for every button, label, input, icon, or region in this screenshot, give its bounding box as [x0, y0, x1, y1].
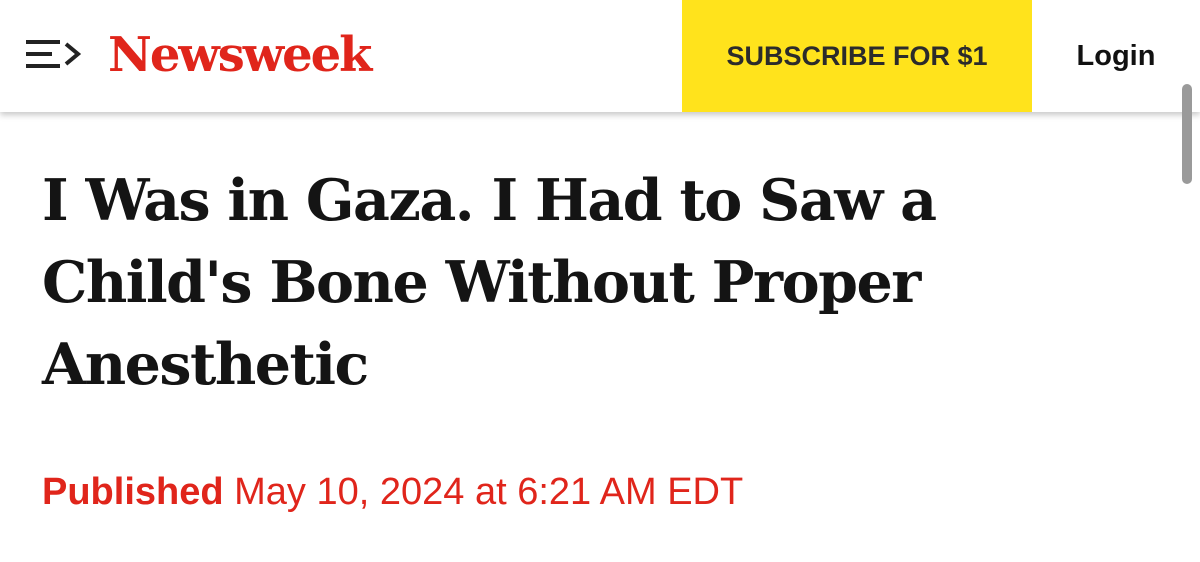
menu-button[interactable] — [24, 34, 88, 74]
login-button[interactable]: Login — [1060, 0, 1172, 112]
published-label: Published — [42, 471, 224, 513]
site-header: Newsweek SUBSCRIBE FOR $1 Login — [0, 0, 1200, 112]
published-line: Published May 10, 2024 at 6:21 AM EDT — [42, 466, 743, 518]
published-date: May 10, 2024 at 6:21 AM EDT — [234, 471, 744, 513]
menu-arrow-icon — [24, 34, 88, 74]
subscribe-button[interactable]: SUBSCRIBE FOR $1 — [682, 0, 1032, 112]
scrollbar-thumb[interactable] — [1182, 84, 1192, 184]
newsweek-logo[interactable]: Newsweek — [108, 22, 372, 88]
article-headline: I Was in Gaza. I Had to Saw a Child's Bo… — [42, 167, 937, 398]
